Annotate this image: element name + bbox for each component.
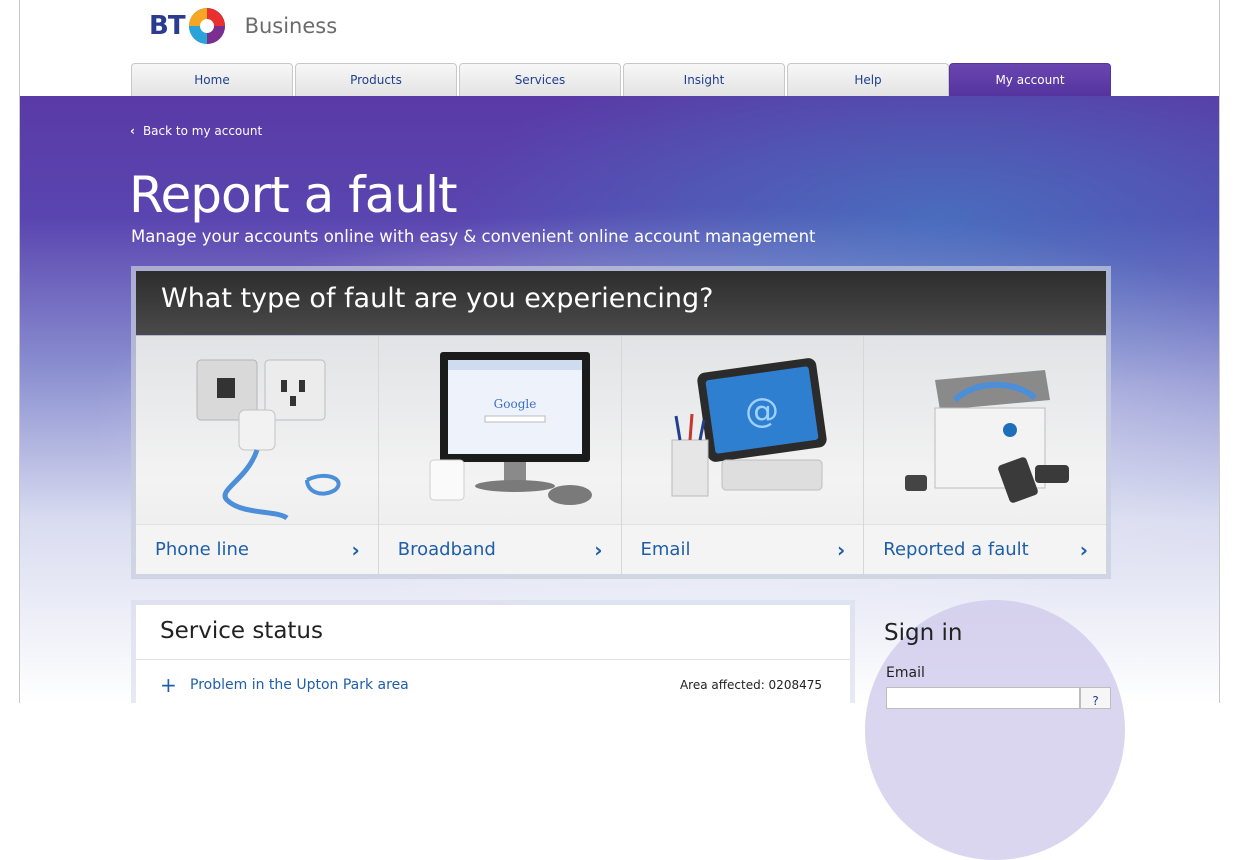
tab-insight[interactable]: Insight: [623, 63, 785, 96]
fault-option-label: Phone line: [155, 539, 249, 560]
chevron-right-icon: ›: [351, 537, 360, 562]
back-link-label: Back to my account: [142, 124, 263, 138]
status-item-area: Area affected: 0208475: [679, 678, 822, 692]
computer-monitor-icon: Google: [379, 336, 621, 524]
business-label: Business: [244, 14, 338, 38]
back-to-account-link[interactable]: ‹ Back to my account: [130, 124, 262, 138]
fault-option-label: Email: [640, 539, 691, 560]
expand-plus-icon[interactable]: +: [160, 673, 190, 697]
tab-my-account[interactable]: My account: [949, 63, 1111, 96]
email-help-button[interactable]: ?: [1080, 687, 1111, 709]
chevron-right-icon: ›: [837, 537, 846, 562]
fault-option-phone-line[interactable]: Phone line ›: [136, 336, 378, 574]
tab-help[interactable]: Help: [787, 63, 949, 96]
status-item-text[interactable]: Problem in the Upton Park area: [190, 677, 409, 693]
bt-business-logo[interactable]: BT Business: [149, 5, 337, 47]
email-label: Email: [886, 665, 925, 681]
sign-in-title: Sign in: [884, 620, 963, 646]
bt-globe-icon: [188, 8, 225, 44]
fault-panel-header: What type of fault are you experiencing?: [136, 271, 1106, 335]
service-status-title: Service status: [160, 618, 323, 644]
phone-socket-icon: [136, 336, 378, 524]
bt-logo-text: BT: [149, 11, 186, 41]
fault-question: What type of fault are you experiencing?: [161, 283, 714, 314]
tab-services[interactable]: Services: [459, 63, 621, 96]
fault-option-label: Reported a fault: [883, 539, 1029, 560]
divider: [136, 659, 850, 660]
email-field[interactable]: [886, 687, 1080, 709]
tab-home[interactable]: Home: [131, 63, 293, 96]
fault-option-reported[interactable]: Reported a fault ›: [864, 336, 1106, 574]
chevron-left-icon: ‹: [130, 124, 135, 138]
fault-option-email[interactable]: @ Email ›: [621, 336, 864, 574]
chevron-right-icon: ›: [1079, 537, 1088, 562]
engineer-toolbox-icon: [864, 336, 1106, 524]
service-status-item[interactable]: + Problem in the Upton Park area Area af…: [160, 673, 822, 697]
svg-text:Google: Google: [493, 397, 536, 411]
email-tablet-icon: @: [622, 336, 864, 524]
fault-options: Phone line › Google Broadband › @ Email …: [136, 336, 1106, 574]
chevron-right-icon: ›: [594, 537, 603, 562]
svg-text:@: @: [745, 391, 779, 431]
tab-products[interactable]: Products: [295, 63, 457, 96]
fault-option-label: Broadband: [397, 539, 496, 560]
main-nav: Home Products Services Insight Help My a…: [131, 63, 1111, 96]
page-subtitle: Manage your accounts online with easy & …: [131, 227, 816, 246]
page-title: Report a fault: [129, 166, 458, 224]
fault-option-broadband[interactable]: Google Broadband ›: [378, 336, 621, 574]
